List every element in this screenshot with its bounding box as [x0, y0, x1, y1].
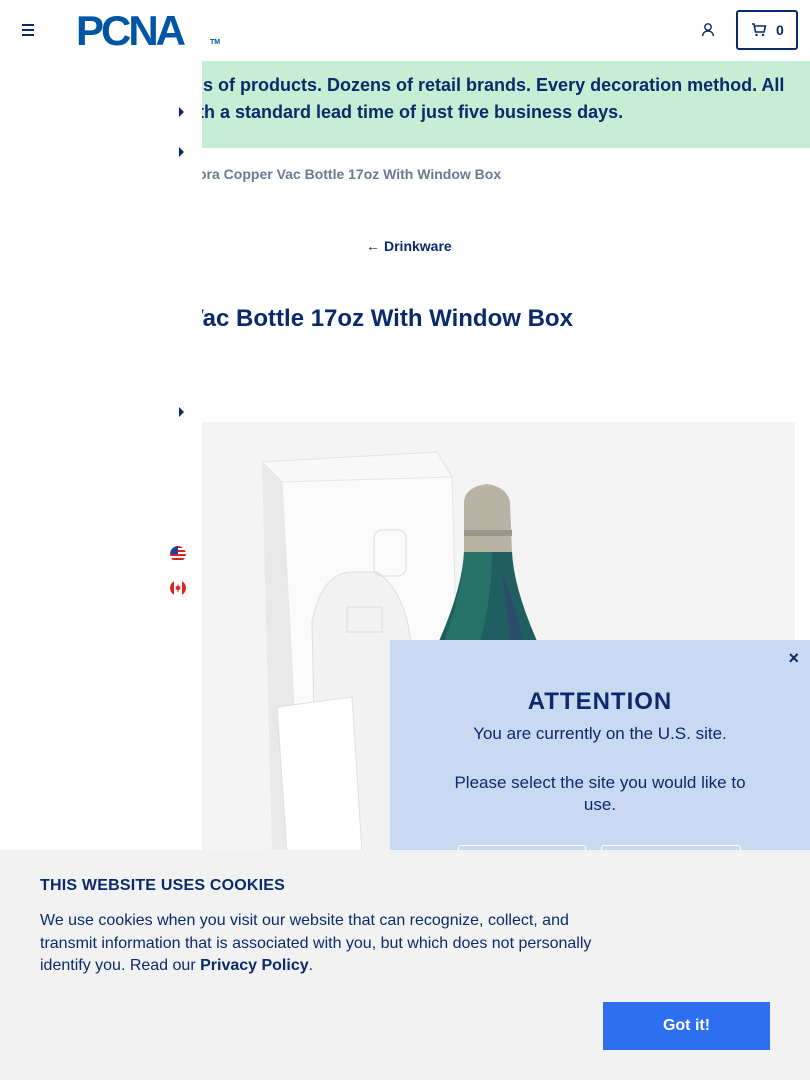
privacy-policy-link[interactable]: Privacy Policy	[200, 957, 309, 974]
side-panel	[0, 61, 202, 851]
us-flag-icon[interactable]	[170, 546, 186, 562]
cart-icon	[751, 23, 767, 37]
banner-line-2: th a standard lead time of just five bus…	[202, 102, 624, 122]
cookie-period: .	[308, 957, 314, 974]
cart-count: 0	[776, 22, 784, 38]
hamburger-menu-icon[interactable]	[20, 23, 36, 37]
modal-title: ATTENTION	[527, 688, 673, 715]
back-to-category-link[interactable]: ← Drinkware	[366, 238, 452, 254]
modal-prompt: Please select the site you would like to…	[454, 773, 746, 814]
expand-arrow-icon[interactable]	[179, 107, 184, 117]
cart-button[interactable]: 0	[736, 10, 798, 50]
banner-line-1: ls of products. Dozens of retail brands.…	[202, 75, 785, 95]
close-icon[interactable]: ×	[788, 648, 799, 669]
product-title: Vac Bottle 17oz With Window Box	[188, 305, 573, 332]
pcna-logo[interactable]: PCNA TM	[76, 10, 226, 52]
cookie-title: THIS WEBSITE USES COOKIES	[40, 877, 286, 894]
back-link-label: Drinkware	[384, 238, 452, 254]
cookie-banner: THIS WEBSITE USES COOKIES We use cookies…	[0, 850, 810, 1080]
breadcrumb[interactable]: ora Copper Vac Bottle 17oz With Window B…	[198, 166, 501, 182]
logo-trademark: TM	[210, 39, 221, 46]
account-icon[interactable]	[700, 22, 716, 38]
accept-cookies-button[interactable]: Got it!	[603, 1002, 770, 1050]
site-selection-modal: × ATTENTION You are currently on the U.S…	[390, 640, 810, 875]
promo-banner: ls of products. Dozens of retail brands.…	[202, 61, 810, 148]
expand-arrow-icon[interactable]	[179, 147, 184, 157]
arrow-left-icon: ←	[366, 238, 380, 254]
expand-arrow-icon[interactable]	[179, 407, 184, 417]
logo-text: PCNA	[76, 7, 186, 54]
modal-message: You are currently on the U.S. site.	[473, 724, 727, 743]
site-header: PCNA TM 0	[0, 0, 810, 61]
cookie-body: We use cookies when you visit our websit…	[40, 912, 592, 974]
canada-flag-icon[interactable]	[170, 580, 186, 596]
cookie-text: We use cookies when you visit our websit…	[40, 910, 600, 978]
